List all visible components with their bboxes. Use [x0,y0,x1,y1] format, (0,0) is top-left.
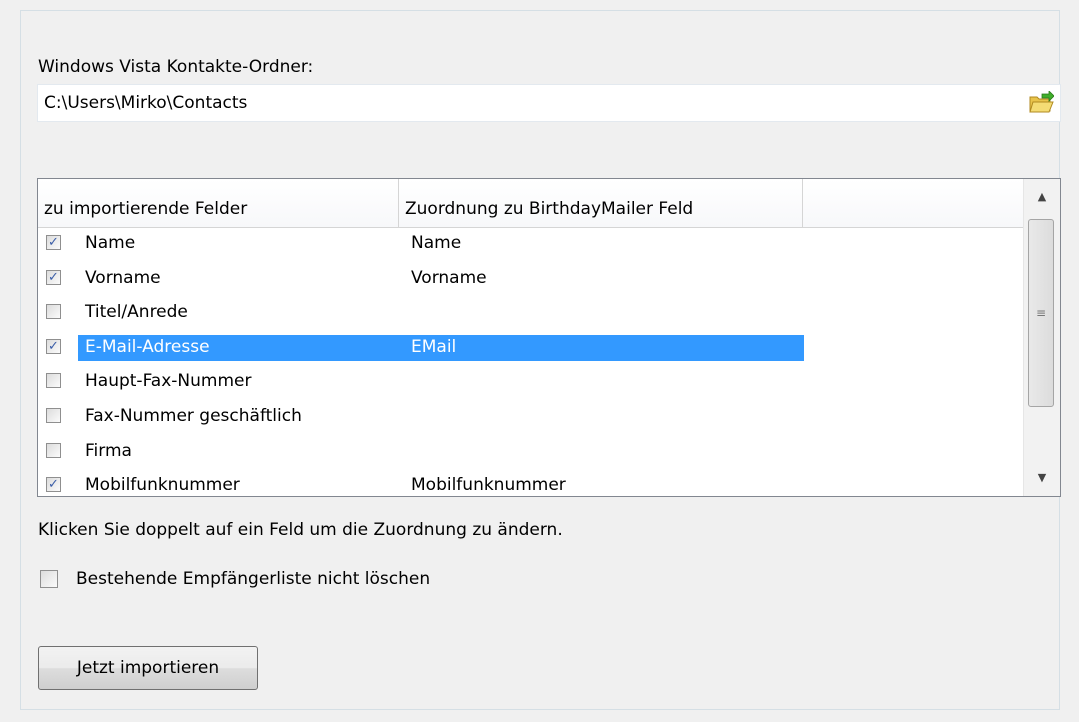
field-name: Fax-Nummer geschäftlich [85,405,302,426]
list-item[interactable]: Haupt-Fax-Nummer [38,365,1023,400]
list-item[interactable]: Firma [38,435,1023,470]
field-checkbox[interactable]: ✓ [46,235,61,250]
field-checkbox[interactable] [46,373,61,389]
keep-list-checkbox[interactable] [40,570,58,588]
field-name: Mobilfunknummer [85,475,240,496]
folder-path-field[interactable]: C:\Users\Mirko\Contacts [37,84,1061,122]
import-now-button[interactable]: Jetzt importieren [38,646,258,690]
field-checkbox[interactable] [46,407,61,423]
field-checkbox[interactable]: ✓ [46,338,61,354]
list-item[interactable]: Fax-Nummer geschäftlich [38,400,1023,435]
list-rows: ✓ Name Name ✓ Vorname Vorname Titel/Anrede ✓ E-M… [38,227,1023,496]
field-mapping: Mobilfunknummer [411,475,566,496]
keep-list-label[interactable]: Bestehende Empfängerliste nicht löschen [76,569,430,589]
list-item[interactable]: ✓ Mobilfunknummer Mobilfunknummer [38,469,1023,496]
column-header-fields[interactable]: zu importierende Felder [38,179,399,227]
column-header-empty[interactable] [803,179,1023,227]
list-header: zu importierende Felder Zuordnung zu Bir… [38,179,1023,228]
list-item[interactable]: ✓ Vorname Vorname [38,262,1023,297]
field-mapping-list[interactable]: zu importierende Felder Zuordnung zu Bir… [37,178,1061,497]
field-name: E-Mail-Adresse [85,336,210,357]
open-folder-icon[interactable] [1028,91,1054,115]
list-item[interactable]: ✓ Name Name [38,227,1023,262]
field-name: Name [85,233,136,253]
list-item[interactable]: Titel/Anrede [38,296,1023,331]
field-mapping: EMail [411,336,457,357]
list-item[interactable]: ✓ E-Mail-Adresse EMail [38,331,1023,366]
scroll-thumb[interactable]: ≡ [1028,219,1054,407]
field-name: Firma [85,440,132,461]
scroll-up-arrow-icon[interactable]: ▲ [1024,179,1060,215]
field-mapping: Vorname [411,267,487,288]
column-header-mapping[interactable]: Zuordnung zu BirthdayMailer Feld [399,179,803,227]
field-mapping: Name [411,233,462,253]
hint-text: Klicken Sie doppelt auf ein Feld um die … [38,520,563,540]
field-name: Haupt-Fax-Nummer [85,371,252,392]
field-name: Titel/Anrede [85,302,188,323]
folder-label: Windows Vista Kontakte-Ordner: [38,57,314,77]
field-checkbox[interactable] [46,442,61,458]
field-checkbox[interactable]: ✓ [46,269,61,285]
scroll-down-arrow-icon[interactable]: ▼ [1024,460,1060,496]
field-name: Vorname [85,267,161,288]
vertical-scrollbar[interactable]: ▲ ≡ ▼ [1023,179,1060,496]
field-checkbox[interactable]: ✓ [46,477,61,493]
field-checkbox[interactable] [46,304,61,320]
folder-path-value[interactable]: C:\Users\Mirko\Contacts [44,93,247,113]
